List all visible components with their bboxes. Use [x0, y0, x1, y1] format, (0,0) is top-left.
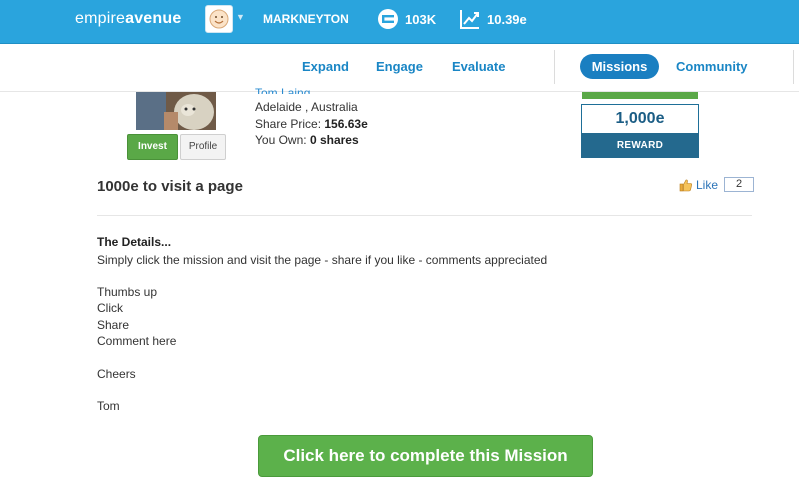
description-line: Cheers	[97, 367, 136, 381]
description-line: Comment here	[97, 334, 177, 348]
trend-chart-icon	[460, 10, 479, 29]
title-divider	[97, 215, 752, 216]
details-heading: The Details...	[97, 235, 172, 249]
reward-amount: 1,000e	[581, 104, 699, 134]
username[interactable]: MARKNEYTON	[263, 12, 349, 26]
you-own-amount: 0 shares	[309, 133, 359, 147]
owner-location: Adelaide , Australia	[255, 100, 358, 114]
reward-label: REWARD	[581, 133, 699, 158]
share-price-label: Share Price:	[255, 117, 322, 131]
owner-share-price: Share Price: 156.63e	[255, 117, 368, 131]
description-line: Thumbs up	[97, 285, 158, 299]
logo[interactable]: empireavenue	[75, 10, 181, 28]
share-price-amount: 156.63e	[324, 117, 368, 131]
owner-you-own: You Own: 0 shares	[255, 133, 359, 147]
top-bar: empireavenue ▼ MARKNEYTON 103K 10.39e	[0, 0, 799, 44]
profile-button[interactable]: Profile	[180, 134, 226, 160]
share-price-value: 10.39e	[487, 11, 527, 27]
complete-mission-button[interactable]: Click here to complete this Mission	[258, 435, 593, 477]
nav-community[interactable]: Community	[676, 59, 748, 74]
like-button[interactable]: Like	[696, 178, 718, 192]
description-line: Tom	[97, 399, 120, 413]
you-own-label: You Own:	[255, 133, 307, 147]
nav-engage[interactable]: Engage	[376, 59, 423, 74]
eaves-icon	[378, 9, 398, 29]
description-line: Simply click the mission and visit the p…	[97, 253, 548, 267]
nav-evaluate[interactable]: Evaluate	[452, 59, 505, 74]
logo-text: empire	[75, 10, 126, 27]
invest-button[interactable]: Invest	[127, 134, 178, 160]
nav-divider-right	[793, 50, 794, 84]
like-count: 2	[724, 177, 755, 192]
sub-navigation: Expand Engage Evaluate Missions Communit…	[0, 44, 799, 92]
share-price-stat[interactable]: 10.39e	[459, 8, 527, 30]
description-line: Share	[97, 318, 130, 332]
logo-text-bold: avenue	[125, 10, 182, 27]
thumbs-up-icon	[679, 179, 692, 191]
owner-photo[interactable]	[136, 92, 216, 130]
description-line: Click	[97, 301, 123, 315]
nav-expand[interactable]: Expand	[302, 59, 349, 74]
networth-stat[interactable]: 103K	[377, 8, 436, 30]
reward-accent-bar	[582, 92, 698, 99]
mission-title: 1000e to visit a page	[97, 178, 243, 195]
user-avatar[interactable]	[205, 5, 233, 33]
nav-divider	[554, 50, 555, 84]
nav-missions[interactable]: Missions	[580, 54, 659, 79]
networth-value: 103K	[405, 11, 437, 27]
like-widget[interactable]: Like 2	[679, 177, 755, 192]
chevron-down-icon[interactable]: ▼	[236, 12, 245, 22]
owner-name[interactable]: Tom Laing	[255, 86, 310, 94]
